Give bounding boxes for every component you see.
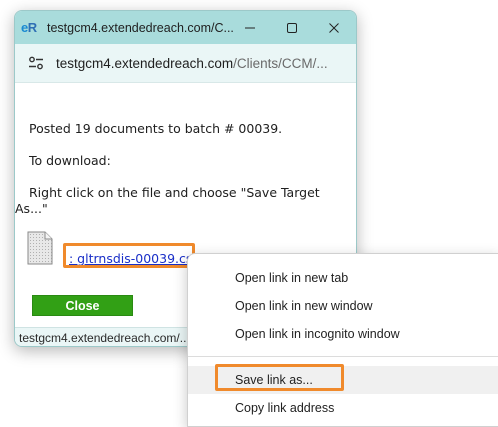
menu-item-open-incognito[interactable]: Open link in incognito window xyxy=(188,320,498,348)
menu-separator xyxy=(188,356,498,357)
menu-item-label: Open link in new window xyxy=(235,299,373,313)
address-bar[interactable]: testgcm4.extendedreach.com/Clients/CCM/.… xyxy=(15,44,356,83)
menu-item-label: Open link in new tab xyxy=(235,271,349,285)
url-path: /Clients/CCM/... xyxy=(233,55,328,71)
close-icon xyxy=(329,22,339,33)
site-info-button[interactable] xyxy=(26,53,46,73)
posted-message: Posted 19 documents to batch # 00039. xyxy=(29,121,283,136)
maximize-button[interactable] xyxy=(271,11,313,44)
link-highlight-box xyxy=(63,243,195,268)
extendedreach-logo-icon: eR xyxy=(21,20,37,35)
menu-item-copy-link-address[interactable]: Copy link address xyxy=(188,394,498,422)
url-text[interactable]: testgcm4.extendedreach.com/Clients/CCM/.… xyxy=(56,56,328,71)
save-link-highlight-box xyxy=(215,364,344,391)
close-button[interactable]: Close xyxy=(32,295,133,316)
status-bar-text: testgcm4.extendedreach.com/... xyxy=(19,330,190,345)
file-icon xyxy=(27,231,53,265)
download-label: To download: xyxy=(29,153,111,168)
minimize-icon xyxy=(245,27,255,28)
minimize-button[interactable] xyxy=(229,11,271,44)
window-title: testgcm4.extendedreach.com/C... xyxy=(47,20,234,35)
title-bar[interactable]: eR testgcm4.extendedreach.com/C... xyxy=(15,11,356,44)
menu-item-open-new-tab[interactable]: Open link in new tab xyxy=(188,264,498,292)
menu-item-label: Open link in incognito window xyxy=(235,327,400,341)
menu-item-label: Copy link address xyxy=(235,401,335,415)
instruction-text: Right click on the file and choose "Save… xyxy=(15,185,320,216)
url-host: testgcm4.extendedreach.com xyxy=(56,55,234,71)
menu-item-open-new-window[interactable]: Open link in new window xyxy=(188,292,498,320)
maximize-icon xyxy=(287,22,297,33)
close-window-button[interactable] xyxy=(313,11,355,44)
tune-icon xyxy=(29,56,43,70)
context-menu: Open link in new tab Open link in new wi… xyxy=(187,253,498,427)
